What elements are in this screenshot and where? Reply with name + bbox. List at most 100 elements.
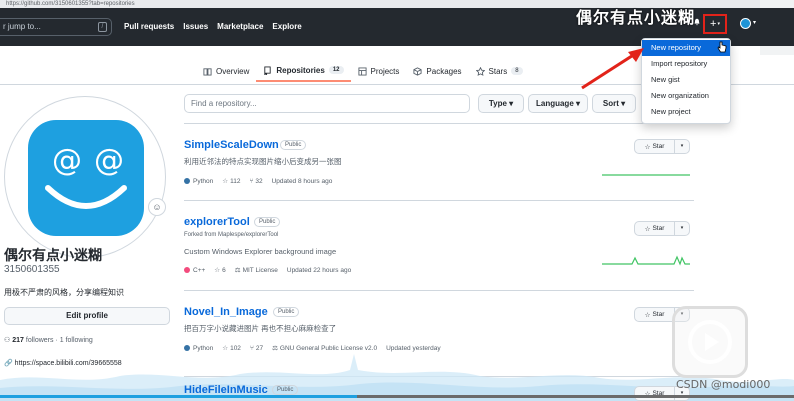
tab-projects[interactable]: Projects (351, 60, 407, 82)
sort-filter-button[interactable]: Sort ▾ (592, 94, 636, 113)
profile-name: 偶尔有点小迷糊 (4, 247, 102, 263)
nav-explore[interactable]: Explore (272, 22, 301, 31)
star-icon: ☆ (222, 178, 229, 185)
language-color-dot (184, 266, 190, 273)
repo-language: C++ (184, 266, 206, 274)
header-search-input[interactable]: r jump to... / (0, 18, 112, 36)
repo-stars-link[interactable]: ☆ 112 (222, 177, 240, 186)
star-list-dropdown[interactable]: ▾ (675, 140, 689, 153)
visibility-badge: Public (280, 140, 307, 150)
repo-forks-link[interactable]: ⑂ 32 (249, 178, 262, 185)
tab-label: Overview (216, 66, 250, 76)
repo-updated: Updated 8 hours ago (271, 177, 333, 185)
visibility-badge: Public (272, 385, 299, 395)
video-play-button[interactable] (672, 306, 748, 378)
nav-marketplace[interactable]: Marketplace (217, 22, 263, 31)
table-icon (357, 66, 367, 76)
repo-language: Python (184, 177, 214, 185)
star-list-dropdown[interactable]: ▾ (675, 222, 689, 235)
tab-label: Repositories (276, 65, 325, 75)
play-icon (688, 320, 732, 364)
license-label: MIT License (242, 266, 278, 274)
create-new-button[interactable]: + ▾ (703, 14, 727, 34)
repo-item: SimpleScaleDown Public 利用近邻法的特点实现图片缩小后变成… (184, 139, 694, 194)
tab-label: Packages (426, 66, 462, 76)
repo-divider (184, 200, 694, 201)
forked-from[interactable]: Forked from Maplespe/explorerTool (184, 232, 278, 238)
star-button[interactable]: ☆ Star ▾ (634, 221, 690, 236)
law-icon: ⚖ (234, 267, 241, 274)
language-filter-button[interactable]: Language ▾ (528, 94, 588, 113)
star-label: Star (652, 225, 665, 232)
repo-icon (264, 65, 271, 75)
star-icon: ☆ (644, 143, 651, 151)
language-label: C++ (193, 266, 206, 274)
repo-meta: C++ ☆ 6 ⚖ MIT License Updated 22 hours ago (184, 266, 351, 274)
repo-name-link[interactable]: Novel_In_Image (184, 306, 268, 318)
visibility-badge: Public (273, 307, 300, 317)
plus-icon: + (710, 18, 717, 30)
repo-description: 把百万字小说藏进图片 再也不担心麻麻检查了 (184, 324, 337, 333)
tab-overview[interactable]: Overview (196, 60, 256, 82)
language-color-dot (184, 177, 190, 184)
star-button-main[interactable]: ☆ Star (635, 140, 675, 153)
profile-login: 3150601355 (4, 264, 60, 275)
tab-stars[interactable]: Stars 8 (469, 60, 530, 82)
repo-name-link[interactable]: SimpleScaleDown (184, 139, 279, 151)
nav-pull-requests[interactable]: Pull requests (124, 22, 174, 31)
star-icon: ☆ (644, 225, 651, 233)
repo-name-link[interactable]: explorerTool (184, 216, 250, 228)
star-label: Star (652, 311, 665, 318)
star-button-main[interactable]: ☆ Star (635, 308, 675, 321)
profile-tabs: Overview Repositories 12 Projects Packag… (196, 60, 530, 82)
tab-label: Stars (488, 66, 508, 76)
menu-new-project[interactable]: New project (642, 104, 730, 120)
star-button[interactable]: ☆ Star ▾ (634, 139, 690, 154)
nav-issues[interactable]: Issues (183, 22, 208, 31)
repo-updated: Updated 22 hours ago (286, 266, 352, 274)
edit-profile-button[interactable]: Edit profile (4, 307, 170, 325)
tab-packages[interactable]: Packages (406, 60, 468, 82)
csdn-credit: CSDN @modi000 (676, 378, 771, 391)
book-icon (203, 67, 212, 76)
repo-item: explorerTool Public Forked from Maplespe… (184, 216, 694, 286)
svg-text:@: @ (52, 143, 82, 178)
annotation-arrow (581, 48, 644, 90)
menu-import-repository[interactable]: Import repository (642, 56, 730, 72)
star-count: 6 (222, 266, 226, 274)
star-button-main[interactable]: ☆ Star (635, 222, 675, 235)
set-status-button[interactable]: ☺ (148, 198, 166, 216)
language-label: Python (193, 177, 214, 185)
repo-stars-link[interactable]: ☆ 6 (214, 266, 226, 275)
repo-meta: Python ☆ 112 ⑂ 32 Updated 8 hours ago (184, 177, 332, 185)
video-watermark: 偶尔有点小迷糊 (576, 10, 696, 27)
repo-divider (184, 123, 694, 124)
avatar-face-image: @ @ (28, 120, 144, 236)
activity-sparkline (602, 255, 690, 266)
find-repository-input[interactable]: Find a repository... (184, 94, 470, 113)
tab-repositories[interactable]: Repositories 12 (256, 60, 351, 82)
fork-icon: ⑂ (249, 177, 254, 185)
repo-license: ⚖ MIT License (234, 266, 278, 275)
profile-avatar[interactable]: @ @ (4, 96, 166, 258)
star-icon: ☆ (214, 267, 221, 274)
avatar-caret-icon[interactable]: ▾ (753, 19, 756, 26)
video-progress-bar[interactable] (0, 395, 794, 398)
star-label: Star (652, 143, 665, 150)
activity-sparkline (602, 174, 690, 176)
header-nav: Pull requests Issues Marketplace Explore (124, 22, 302, 31)
smiley-icon: @ @ (45, 143, 127, 209)
repo-description: Custom Windows Explorer background image (184, 247, 337, 256)
bell-icon[interactable] (693, 18, 701, 26)
repo-divider (184, 290, 694, 291)
repo-description: 利用近邻法的特点实现图片缩小后变成另一张图 (184, 157, 342, 166)
menu-new-organization[interactable]: New organization (642, 88, 730, 104)
type-filter-button[interactable]: Type ▾ (478, 94, 524, 113)
svg-text:@: @ (94, 143, 124, 178)
profile-bio: 用极不严肃的风格，分享编程知识 (4, 288, 124, 297)
user-avatar-menu[interactable] (740, 18, 751, 29)
star-button-main[interactable]: ☆ Star (635, 387, 675, 400)
stars-count-badge: 8 (511, 67, 523, 75)
menu-new-gist[interactable]: New gist (642, 72, 730, 88)
slash-key-hint: / (98, 22, 107, 32)
